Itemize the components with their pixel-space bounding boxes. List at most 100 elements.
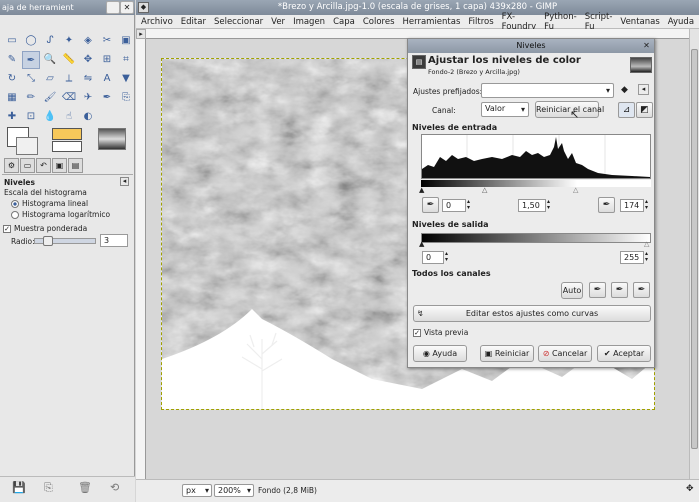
blend-icon[interactable]: ▦ (3, 89, 21, 107)
white-picker-icon[interactable]: ✒ (633, 282, 650, 298)
clone-icon[interactable]: ⎘ (117, 89, 135, 107)
input-low-field[interactable]: 0 (442, 199, 466, 212)
white-point-picker-icon[interactable]: ✒ (598, 197, 615, 213)
radius-slider-handle[interactable] (43, 236, 53, 246)
gradients-tab-icon[interactable]: ▤ (68, 158, 83, 173)
smudge-icon[interactable]: ☝ (60, 108, 78, 126)
spin-arrows-icon[interactable]: ▴ ▾ (445, 251, 448, 263)
perspective-clone-icon[interactable]: ⊡ (22, 108, 40, 126)
menu-filtros[interactable]: Filtros (468, 17, 493, 27)
lasso-icon[interactable]: ᔑ (41, 32, 59, 50)
tool-options-tab-icon[interactable]: ⚙ (4, 158, 19, 173)
paths-icon[interactable]: ✎ (3, 51, 21, 69)
heal-icon[interactable]: ✚ (3, 108, 21, 126)
crop-icon[interactable]: ⌗ (117, 51, 135, 69)
paintbrush-icon[interactable]: 🖌 (41, 89, 59, 107)
menu-seleccionar[interactable]: Seleccionar (214, 17, 263, 27)
input-white-slider-icon[interactable]: △ (573, 186, 578, 194)
menu-capa[interactable]: Capa (333, 17, 355, 27)
menu-imagen[interactable]: Imagen (293, 17, 325, 27)
fuzzy-select-icon[interactable]: ✦ (60, 32, 78, 50)
menu-ventanas[interactable]: Ventanas (620, 17, 659, 27)
foreground-select-icon[interactable]: ▣ (117, 32, 135, 50)
spin-arrows-icon[interactable]: ▴ ▾ (547, 199, 550, 211)
airbrush-icon[interactable]: ✈ (79, 89, 97, 107)
minimize-button[interactable] (106, 1, 120, 14)
sample-merged-checkbox[interactable]: ✓ Muestra ponderada (3, 224, 87, 233)
edit-as-curves-button[interactable]: ↯ Editar estos ajustes como curvas (413, 305, 651, 322)
spin-arrows-icon[interactable]: ▴ ▾ (467, 199, 470, 211)
input-high-field[interactable]: 174 (620, 199, 644, 212)
zoom-icon[interactable]: 🔍 (41, 51, 59, 69)
dodge-burn-icon[interactable]: ◐ (79, 108, 97, 126)
black-point-picker-icon[interactable]: ✒ (422, 197, 439, 213)
input-black-slider-icon[interactable]: ▲ (419, 186, 424, 194)
radius-slider[interactable] (34, 236, 96, 246)
menu-archivo[interactable]: Archivo (141, 17, 173, 27)
output-high-field[interactable]: 255 (620, 251, 644, 264)
text-icon[interactable]: A (98, 70, 116, 88)
scrollbar-thumb[interactable] (691, 49, 698, 449)
gray-picker-icon[interactable]: ✒ (611, 282, 628, 298)
output-white-slider-icon[interactable]: △ (644, 240, 649, 248)
menu-colores[interactable]: Colores (363, 17, 395, 27)
color-picker-icon[interactable]: ✒ (22, 51, 40, 69)
menu-editar[interactable]: Editar (181, 17, 206, 27)
linear-histogram-icon[interactable]: ⊿ (618, 102, 635, 118)
input-gamma-slider-icon[interactable]: △ (482, 186, 487, 194)
black-picker-icon[interactable]: ✒ (589, 282, 606, 298)
reset-options-icon[interactable]: ⟲ (110, 481, 119, 494)
log-histogram-icon[interactable]: ◩ (636, 102, 653, 118)
align-icon[interactable]: ⊞ (98, 51, 116, 69)
auto-button[interactable]: Auto (561, 282, 583, 299)
brush-preview[interactable] (52, 128, 82, 140)
reset-channel-button[interactable]: Reiniciar el canal (535, 101, 604, 118)
images-tab-icon[interactable]: ▣ (52, 158, 67, 173)
input-histogram[interactable] (421, 134, 651, 179)
rotate-icon[interactable]: ↻ (3, 70, 21, 88)
quick-mask-toggle-icon[interactable]: ▸ (136, 29, 146, 39)
scissors-icon[interactable]: ✂ (98, 32, 116, 50)
vertical-scrollbar[interactable] (689, 29, 699, 479)
histogram-linear-radio[interactable]: Histograma lineal (11, 199, 88, 208)
ok-button[interactable]: ✔ Aceptar (597, 345, 651, 362)
scale-icon[interactable]: ⤡ (22, 70, 40, 88)
delete-options-icon[interactable]: 🗑 (78, 481, 92, 494)
histogram-log-radio[interactable]: Histograma logarítmico (11, 210, 110, 219)
measure-icon[interactable]: 📏 (60, 51, 78, 69)
menu-ver[interactable]: Ver (271, 17, 285, 27)
undo-history-tab-icon[interactable]: ↶ (36, 158, 51, 173)
help-button[interactable]: ◉ Ayuda (413, 345, 467, 362)
background-color-swatch[interactable] (16, 137, 38, 155)
panel-menu-icon[interactable]: ◂ (120, 177, 129, 186)
eraser-icon[interactable]: ⌫ (60, 89, 78, 107)
preset-menu-icon[interactable]: ◂ (638, 84, 649, 95)
bucket-fill-icon[interactable]: ▼ (117, 70, 135, 88)
ellipse-select-icon[interactable]: ◯ (22, 32, 40, 50)
blur-icon[interactable]: 💧 (41, 108, 59, 126)
radius-input[interactable]: 3 (100, 234, 128, 247)
close-icon[interactable]: ✕ (641, 40, 652, 51)
shear-icon[interactable]: ▱ (41, 70, 59, 88)
menu-ayuda[interactable]: Ayuda (668, 17, 694, 27)
cancel-button[interactable]: ⊘ Cancelar (538, 345, 592, 362)
move-icon[interactable]: ✥ (79, 51, 97, 69)
spin-arrows-icon[interactable]: ▴ ▾ (645, 199, 648, 211)
presets-combo[interactable]: ▾ (481, 83, 614, 98)
menu-herramientas[interactable]: Herramientas (403, 17, 461, 27)
rect-select-icon[interactable]: ▭ (3, 32, 21, 50)
unit-selector[interactable]: px ▾ (182, 484, 212, 497)
input-gamma-field[interactable]: 1,50 (518, 199, 546, 212)
zoom-selector[interactable]: 200% ▾ (214, 484, 254, 497)
pattern-preview[interactable] (52, 141, 82, 152)
ink-icon[interactable]: ✒ (98, 89, 116, 107)
close-icon[interactable]: ✕ (120, 1, 134, 14)
device-status-tab-icon[interactable]: ▭ (20, 158, 35, 173)
save-options-icon[interactable]: 💾 (12, 481, 26, 494)
flip-icon[interactable]: ⇋ (79, 70, 97, 88)
add-preset-icon[interactable]: ◆ (621, 85, 628, 95)
preview-checkbox[interactable]: ✓ Vista previa (413, 328, 468, 337)
window-menu-icon[interactable]: ◆ (138, 2, 149, 13)
navigate-icon[interactable]: ✥ (686, 484, 694, 494)
spin-arrows-icon[interactable]: ▴ ▾ (645, 251, 648, 263)
